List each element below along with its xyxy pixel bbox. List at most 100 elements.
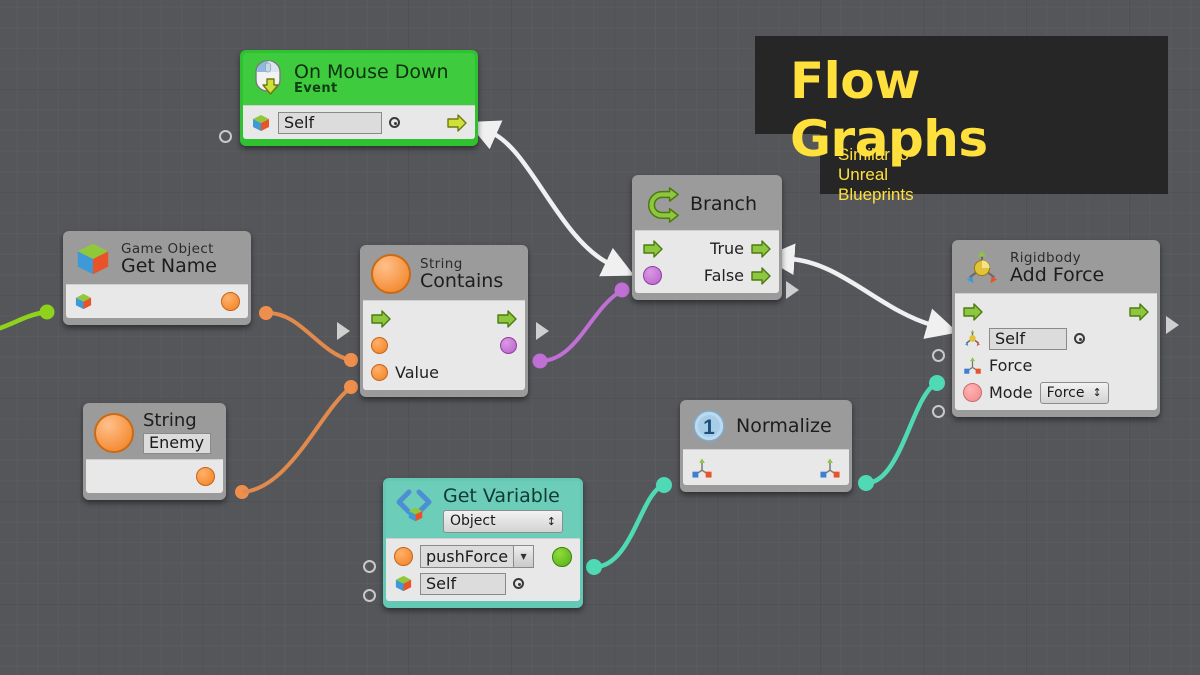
force-label: Force: [989, 356, 1033, 375]
node-get-name[interactable]: Game Object Get Name: [63, 231, 251, 325]
string-value-field[interactable]: Enemy: [143, 433, 211, 455]
flow-arrow-icon[interactable]: [751, 239, 771, 258]
node-body: Value: [363, 300, 525, 390]
cube-icon[interactable]: [74, 292, 93, 311]
node-title-block: Branch: [690, 194, 757, 214]
target-field[interactable]: Self: [989, 327, 1067, 350]
row-mode: Mode Force ↕: [963, 379, 1149, 406]
node-header: Game Object Get Name: [66, 234, 248, 284]
port-flow-out-false-triangle[interactable]: [786, 281, 799, 299]
flow-arrow-icon[interactable]: [751, 266, 771, 285]
node-subtitle: Event: [294, 81, 338, 97]
flow-arrow-icon[interactable]: [497, 309, 517, 328]
port-flow-out-contains-triangle[interactable]: [536, 322, 549, 340]
target-picker-icon[interactable]: [389, 117, 400, 128]
port-name-in[interactable]: [394, 547, 413, 567]
kind-dropdown-value: Object: [450, 513, 496, 530]
port-unconnected-addforce-target[interactable]: [932, 349, 945, 362]
row-flow: [963, 298, 1149, 325]
node-subtitle: Game Object: [121, 240, 214, 257]
port-unconnected-addforce-mode[interactable]: [932, 405, 945, 418]
row-variable-name: pushForce ▼: [394, 543, 572, 570]
row-vector: [691, 454, 841, 481]
row-force: Force: [963, 352, 1149, 379]
flow-arrow-icon[interactable]: [447, 113, 467, 132]
mode-dropdown[interactable]: Force ↕: [1039, 381, 1109, 404]
mode-label: Mode: [989, 383, 1033, 402]
node-body: [66, 284, 248, 318]
port-string-in-b[interactable]: [371, 364, 388, 381]
chevron-down-icon[interactable]: ▼: [513, 546, 534, 568]
number-one-icon: 1: [693, 410, 725, 442]
target-field[interactable]: Self: [278, 111, 382, 134]
node-title: Contains: [420, 270, 504, 293]
variable-name-value: pushForce: [426, 547, 509, 567]
row-output: [94, 463, 215, 490]
port-flow-in-contains-triangle[interactable]: [337, 322, 350, 340]
target-field-value: Self: [995, 329, 1026, 348]
string-value: Enemy: [149, 433, 205, 453]
node-on-mouse-down[interactable]: On Mouse Down Event Self: [240, 50, 478, 146]
port-flow-out-addforce-triangle[interactable]: [1166, 316, 1179, 334]
node-title: Get Name: [121, 255, 217, 278]
rigidbody-icon[interactable]: [963, 329, 982, 348]
node-title-block: Game Object Get Name: [121, 240, 217, 278]
code-brackets-icon: [396, 489, 432, 522]
node-header: String Contains: [363, 248, 525, 300]
node-title: Normalize: [736, 414, 832, 437]
port-unconnected-onmousedown-target[interactable]: [219, 130, 232, 143]
node-header: On Mouse Down Event: [243, 53, 475, 105]
node-title: Branch: [690, 192, 758, 215]
mode-dropdown-value: Force: [1046, 384, 1085, 401]
node-body: True False: [635, 230, 779, 293]
port-bool-out[interactable]: [500, 337, 517, 354]
row-target: Self: [251, 109, 467, 136]
flow-arrow-icon[interactable]: [963, 302, 983, 321]
variable-name-combo[interactable]: pushForce ▼: [420, 545, 535, 569]
cube-icon: [77, 243, 109, 275]
node-title: Get Variable: [443, 485, 560, 507]
vector3-icon[interactable]: [819, 457, 841, 479]
kind-dropdown[interactable]: Object ↕: [443, 510, 563, 534]
cube-icon: [253, 114, 269, 131]
node-title-block: Normalize: [736, 416, 832, 436]
vector3-icon[interactable]: [691, 457, 713, 479]
node-header: 1 Normalize: [683, 403, 849, 449]
row-input-b: Value: [371, 359, 517, 386]
flow-arrow-icon[interactable]: [643, 239, 663, 258]
node-title: Add Force: [1010, 264, 1105, 287]
node-string-contains[interactable]: String Contains Value: [360, 245, 528, 397]
node-string-literal[interactable]: String Enemy: [83, 403, 226, 501]
row-true: True: [643, 235, 771, 262]
port-string-out[interactable]: [196, 467, 215, 487]
flow-arrow-icon[interactable]: [1129, 302, 1149, 321]
cube-icon[interactable]: [394, 574, 413, 593]
port-string-out[interactable]: [221, 292, 240, 311]
node-branch[interactable]: Branch True False: [632, 175, 782, 300]
target-picker-icon[interactable]: [513, 578, 524, 590]
chevron-updown-icon: ↕: [546, 514, 556, 528]
node-title-block: String Contains: [420, 255, 504, 293]
node-body: Self: [243, 105, 475, 139]
flow-graph-canvas[interactable]: On Mouse Down Event Self Game Object Get…: [0, 0, 1200, 675]
node-normalize[interactable]: 1 Normalize: [680, 400, 852, 492]
flow-arrow-icon[interactable]: [371, 309, 391, 328]
target-field[interactable]: Self: [420, 572, 506, 595]
port-object-out[interactable]: [552, 546, 572, 567]
vector3-icon[interactable]: [963, 356, 982, 375]
row-output: [74, 288, 240, 315]
node-add-force[interactable]: Rigidbody Add Force Self Force Mode Forc…: [952, 240, 1160, 417]
port-string-in-a[interactable]: [371, 337, 388, 354]
target-picker-icon[interactable]: [1074, 333, 1085, 344]
branch-icon: [647, 187, 679, 223]
port-mode-in[interactable]: [963, 383, 982, 402]
port-unconnected-getvariable-target[interactable]: [363, 589, 376, 602]
node-get-variable[interactable]: Get Variable Object ↕ pushForce ▼ Self: [383, 478, 583, 609]
row-input-a: [371, 332, 517, 359]
node-title-block: String Enemy: [143, 411, 211, 455]
true-label: True: [710, 239, 744, 258]
row-target: Self: [394, 570, 572, 597]
port-bool-in[interactable]: [643, 266, 662, 285]
port-unconnected-getvariable-name[interactable]: [363, 560, 376, 573]
node-subtitle: String: [420, 255, 463, 272]
